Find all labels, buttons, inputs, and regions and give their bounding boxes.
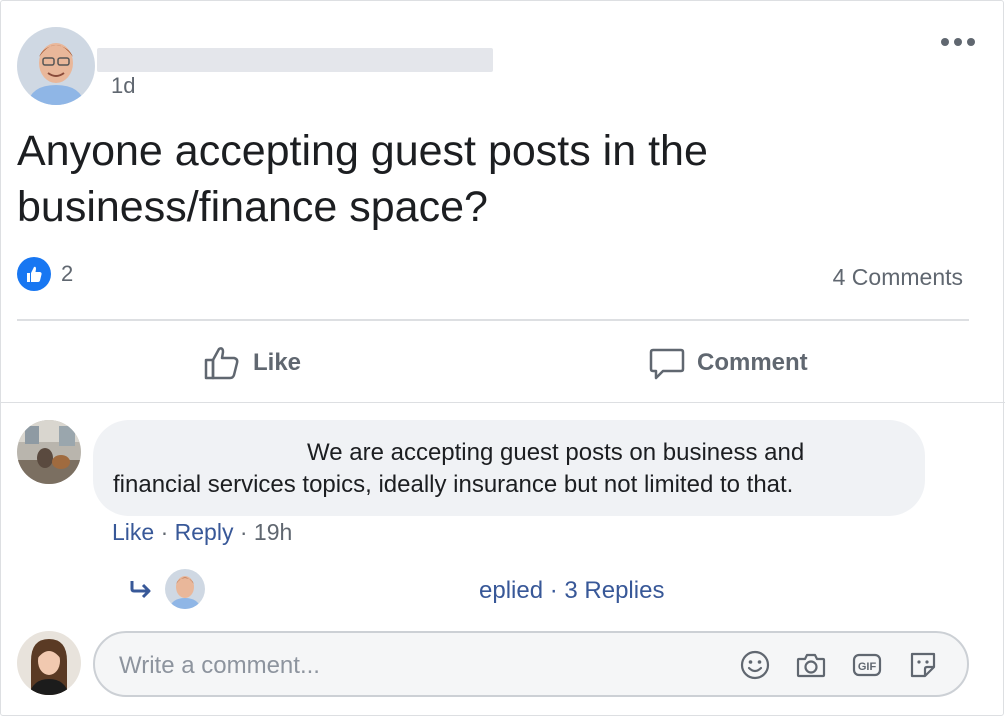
comment-text-line2: financial services topics, ideally insur…: [113, 471, 794, 498]
reply-author-avatar: [165, 569, 205, 609]
post-timestamp[interactable]: 1d: [111, 73, 135, 99]
divider: [1, 402, 1005, 403]
comment-bubble: We are accepting guest posts on business…: [93, 420, 925, 516]
svg-text:GIF: GIF: [858, 661, 877, 673]
thumbs-up-icon: [17, 257, 51, 291]
comment-time[interactable]: 19h: [254, 519, 292, 545]
comments-count-link[interactable]: 4 Comments: [833, 264, 963, 291]
author-avatar[interactable]: [17, 27, 95, 105]
post-text: Anyone accepting guest posts in the busi…: [17, 127, 708, 231]
camera-icon[interactable]: [795, 649, 827, 681]
reply-arrow-icon: [130, 581, 151, 599]
comment-text-line1: We are accepting guest posts on business…: [307, 439, 805, 466]
sticker-icon[interactable]: [907, 649, 939, 681]
emoji-icon[interactable]: [739, 649, 771, 681]
separator: ·: [154, 519, 175, 545]
comment-reply-link[interactable]: Reply: [175, 519, 234, 545]
comment-input[interactable]: [117, 649, 721, 683]
like-button-label: Like: [253, 349, 302, 376]
like-icon: [204, 347, 239, 380]
more-icon[interactable]: [941, 35, 977, 49]
replies-row[interactable]: eplied · 3 Replies: [129, 569, 829, 613]
comment-icon: [649, 348, 685, 380]
replies-link[interactable]: eplied · 3 Replies: [479, 577, 664, 605]
current-user-avatar[interactable]: [17, 631, 81, 695]
comment-button[interactable]: Comment: [649, 339, 808, 387]
post-card: 1d Anyone accepting guest posts in the b…: [0, 0, 1005, 716]
commenter-avatar[interactable]: [17, 420, 81, 484]
divider: [17, 319, 969, 321]
comment-like-link[interactable]: Like: [112, 519, 154, 545]
like-button[interactable]: Like: [203, 339, 301, 387]
comment-button-label: Comment: [697, 349, 808, 376]
separator: ·: [233, 519, 254, 545]
author-name-redacted: [97, 48, 493, 72]
comment-composer: GIF: [93, 631, 969, 697]
gif-icon[interactable]: GIF: [851, 649, 883, 681]
reaction-summary[interactable]: 2: [17, 257, 73, 291]
reaction-count: 2: [61, 261, 74, 286]
comment-actions: Like · Reply · 19h: [112, 519, 292, 546]
